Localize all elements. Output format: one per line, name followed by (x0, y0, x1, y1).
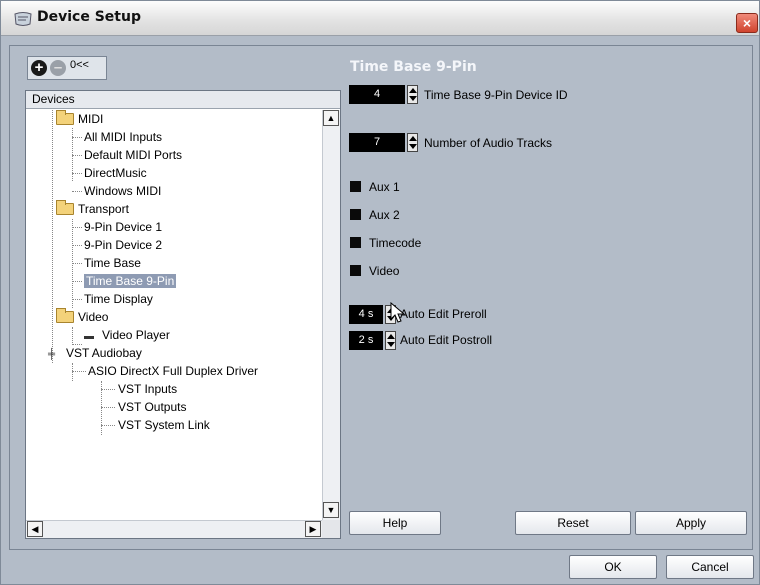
tree-connector (72, 363, 73, 381)
tree-item-video-player[interactable]: ▬ Video Player (84, 326, 170, 344)
aux2-checkbox[interactable] (350, 209, 361, 220)
mouse-pointer-icon (390, 302, 406, 323)
tree-item-time-display[interactable]: Time Display (84, 290, 153, 308)
help-button[interactable]: Help (349, 511, 441, 535)
reset-device-button[interactable]: 0<< (70, 59, 89, 75)
aux1-label: Aux 1 (369, 180, 400, 194)
video-checkbox[interactable] (350, 265, 361, 276)
preroll-field[interactable]: 4 s (349, 305, 383, 324)
tree-folder-video[interactable]: Video (56, 308, 108, 326)
tree-folder-midi[interactable]: MIDI (56, 110, 103, 128)
add-device-button[interactable]: + (31, 60, 47, 76)
folder-icon (56, 308, 74, 323)
tree-body: MIDI All MIDI Inputs Default MIDI Ports … (26, 110, 322, 520)
audio-tracks-spinner-icon[interactable] (407, 133, 418, 152)
scroll-right-arrow-icon[interactable]: ▶ (305, 521, 321, 537)
ok-button[interactable]: OK (569, 555, 657, 579)
tree-item-vst-outputs[interactable]: VST Outputs (118, 398, 186, 416)
scrollbar-corner (322, 520, 340, 538)
audio-tracks-field[interactable]: 7 (349, 133, 405, 152)
tree-folder-transport[interactable]: Transport (56, 200, 129, 218)
scroll-left-arrow-icon[interactable]: ◀ (27, 521, 43, 537)
devices-tree: Devices MIDI All MIDI Inputs Default MID… (25, 90, 341, 539)
aux2-label: Aux 2 (369, 208, 400, 222)
tree-item-9-pin-device-2[interactable]: 9-Pin Device 2 (84, 236, 162, 254)
tree-item-asio-driver[interactable]: ASIO DirectX Full Duplex Driver (88, 362, 258, 380)
panel-heading: Time Base 9-Pin (350, 59, 477, 75)
reset-button[interactable]: Reset (515, 511, 631, 535)
tree-toolbar: + – 0<< (27, 56, 107, 80)
devices-column-header[interactable]: Devices (26, 91, 340, 109)
folder-icon (56, 110, 74, 125)
postroll-spinner-icon[interactable] (385, 331, 396, 350)
video-label: Video (369, 264, 400, 278)
tree-item-windows-midi[interactable]: Windows MIDI (84, 182, 161, 200)
postroll-field[interactable]: 2 s (349, 331, 383, 350)
device-id-spinner-icon[interactable] (407, 85, 418, 104)
tree-item-time-base-9-pin[interactable]: Time Base 9-Pin (84, 272, 177, 290)
folder-icon (56, 200, 74, 215)
title-bar[interactable]: Device Setup × (1, 1, 759, 36)
tree-item-directmusic[interactable]: DirectMusic (84, 164, 147, 182)
tree-item-9-pin-device-1[interactable]: 9-Pin Device 1 (84, 218, 162, 236)
device-setup-window: Device Setup × + – 0<< Devices MIDI All … (0, 0, 760, 585)
remove-device-button[interactable]: – (50, 60, 66, 76)
apply-button[interactable]: Apply (635, 511, 747, 535)
tree-item-vst-inputs[interactable]: VST Inputs (118, 380, 177, 398)
dialog-body: + – 0<< Devices MIDI All MIDI Inputs Def… (9, 45, 753, 550)
tree-connector (72, 327, 73, 345)
tree-vertical-scrollbar[interactable]: ▲ ▼ (322, 110, 340, 520)
tree-item-time-base[interactable]: Time Base (84, 254, 141, 272)
tree-item-default-midi-ports[interactable]: Default MIDI Ports (84, 146, 182, 164)
close-button[interactable]: × (736, 13, 758, 33)
audio-tracks-label: Number of Audio Tracks (424, 136, 553, 150)
window-title: Device Setup (37, 9, 141, 25)
preroll-label: Auto Edit Preroll (400, 307, 487, 321)
tree-horizontal-scrollbar[interactable]: ◀ ▶ (26, 520, 322, 538)
scroll-up-arrow-icon[interactable]: ▲ (323, 110, 339, 126)
scroll-down-arrow-icon[interactable]: ▼ (323, 502, 339, 518)
app-icon (14, 12, 32, 26)
aux1-checkbox[interactable] (350, 181, 361, 192)
cancel-button[interactable]: Cancel (666, 555, 754, 579)
tree-item-all-midi-inputs[interactable]: All MIDI Inputs (84, 128, 162, 146)
tree-connector (52, 110, 53, 363)
audiobay-icon: ╪ (48, 349, 56, 360)
tree-folder-vst-audiobay[interactable]: ╪ VST Audiobay (48, 344, 142, 362)
timecode-label: Timecode (369, 236, 422, 250)
device-id-label: Time Base 9-Pin Device ID (424, 88, 568, 102)
tree-item-vst-system-link[interactable]: VST System Link (118, 416, 210, 434)
timecode-checkbox[interactable] (350, 237, 361, 248)
postroll-label: Auto Edit Postroll (400, 333, 493, 347)
device-id-field[interactable]: 4 (349, 85, 405, 104)
